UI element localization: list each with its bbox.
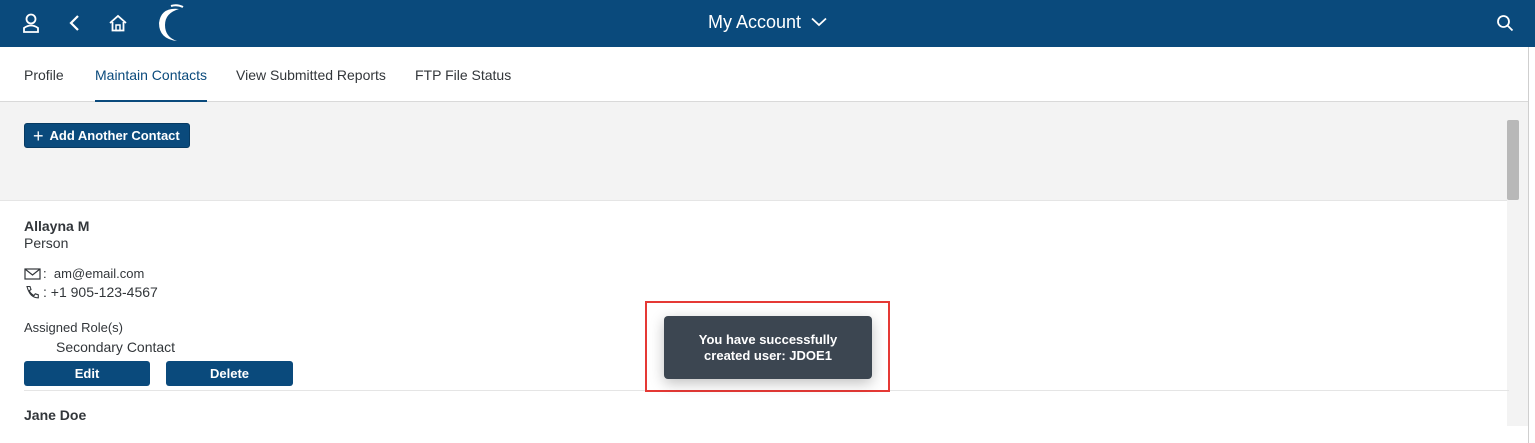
colon-sep: : <box>43 266 54 281</box>
add-contact-label: Add Another Contact <box>49 128 180 143</box>
tab-maintain-contacts[interactable]: Maintain Contacts <box>95 47 208 102</box>
contact-email-line: : am@email.com <box>24 266 144 281</box>
tab-bar: Profile Maintain Contacts View Submitted… <box>0 47 1535 102</box>
tab-view-submitted-reports[interactable]: View Submitted Reports <box>236 47 386 102</box>
search-icon[interactable] <box>1490 8 1520 38</box>
tab-profile[interactable]: Profile <box>24 47 64 102</box>
tab-ftp-file-status[interactable]: FTP File Status <box>415 47 511 102</box>
shell-header: My Account <box>0 0 1535 47</box>
scrollbar-thumb[interactable] <box>1507 120 1519 200</box>
colon-sep: : <box>43 284 51 300</box>
header-title-area: My Account <box>0 0 1535 44</box>
toast-highlight-box: You have successfully created user: JDOE… <box>645 301 890 392</box>
role-item: Secondary Contact <box>56 339 176 355</box>
contact-name: Allayna M <box>24 218 90 234</box>
contact-phone-line: : +1 905-123-4567 <box>24 284 158 300</box>
toast-message: You have successfully created user: JDOE… <box>698 331 838 363</box>
contact-phone[interactable]: +1 905-123-4567 <box>51 284 158 300</box>
chevron-down-icon <box>811 17 827 27</box>
contact-name: Jane Doe <box>24 407 87 423</box>
phone-icon <box>26 285 39 299</box>
add-contact-button[interactable]: + Add Another Contact <box>24 123 190 148</box>
page-title: My Account <box>707 11 802 32</box>
title-dropdown[interactable]: My Account <box>708 12 827 33</box>
right-border <box>1528 47 1535 443</box>
contact-email[interactable]: am@email.com <box>54 266 145 281</box>
bottom-strip <box>0 426 1528 443</box>
plus-icon: + <box>33 125 44 146</box>
delete-button[interactable]: Delete <box>166 361 293 386</box>
contact-type: Person <box>24 235 69 251</box>
edit-button[interactable]: Edit <box>24 361 150 386</box>
success-toast: You have successfully created user: JDOE… <box>664 316 872 379</box>
assigned-roles-label: Assigned Role(s) <box>24 320 123 335</box>
mail-icon <box>24 267 41 280</box>
